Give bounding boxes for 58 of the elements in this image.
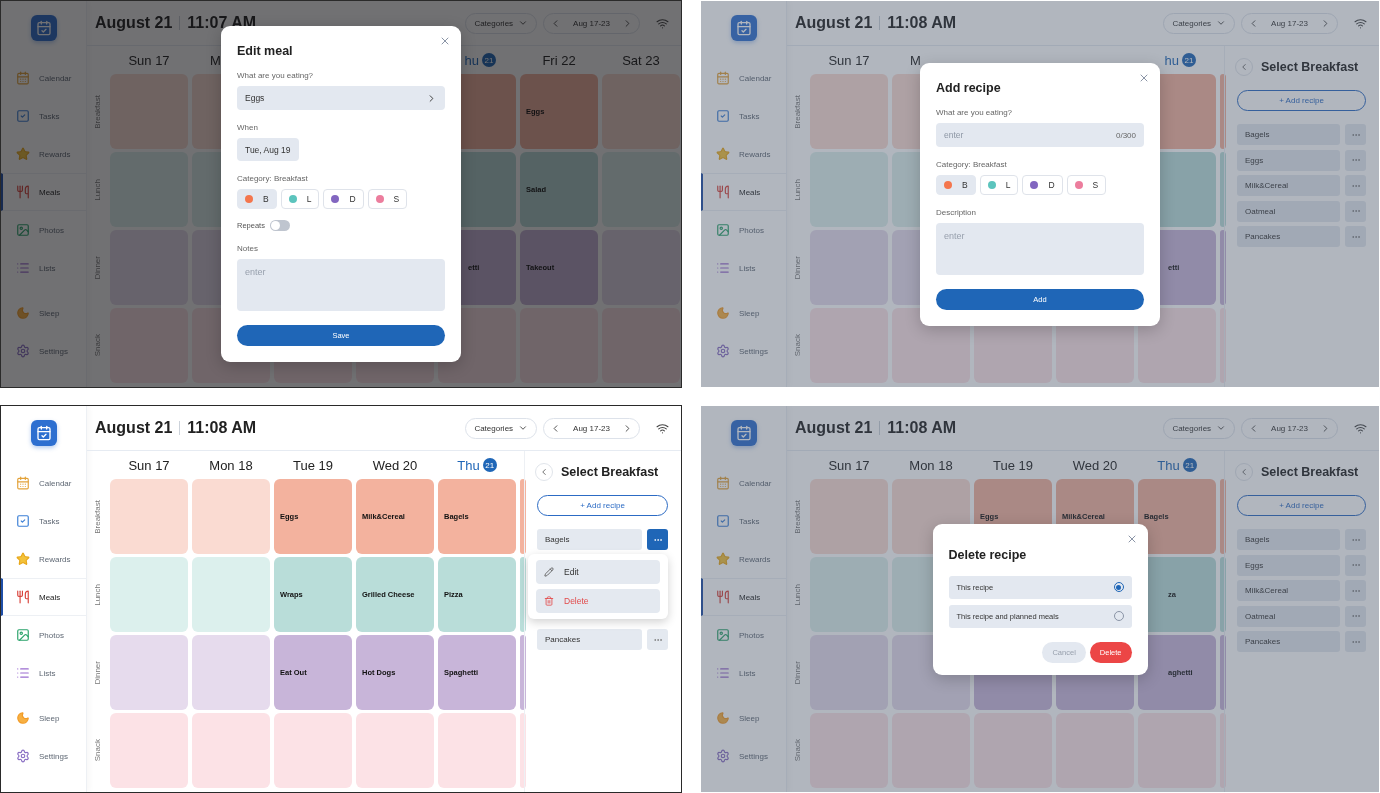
date-badge: 21 (482, 458, 497, 472)
date-badge: 21 (482, 53, 496, 67)
day-header: Sun 17 (828, 457, 870, 473)
clock-time: 11:08 AM (187, 419, 257, 437)
meal-row-label: Dinner (793, 255, 802, 280)
meal-row-label: Breakfast (793, 499, 802, 534)
day-header: Tue 19 (293, 457, 333, 473)
field-label: When (237, 123, 259, 132)
day-header: Sat 23 (622, 52, 660, 68)
field-label: What are you eating? (936, 107, 1014, 117)
date-title: August 21 (795, 419, 873, 437)
meal-row-label: Breakfast (93, 499, 102, 534)
panel-title: Select Breakfast (1261, 60, 1359, 74)
clock-time: 11:08 AM (887, 14, 957, 32)
field-label: Category: Breakfast (237, 174, 309, 183)
day-header: Thu (457, 457, 480, 473)
clock-time: 11:08 AM (887, 419, 957, 437)
day-header: Sun 17 (128, 52, 170, 68)
week-range: Aug 17-23 (1270, 423, 1309, 433)
dialog-title: Add recipe (936, 80, 1002, 95)
day-header: Sun 17 (828, 52, 870, 68)
date-badge: 21 (1182, 458, 1197, 472)
meal-row-label: Snack (93, 739, 102, 762)
field-label: Notes (237, 244, 259, 253)
meal-row-label: Dinner (793, 660, 802, 685)
week-range: Aug 17-23 (1270, 18, 1309, 28)
meal-row-label: Lunch (793, 178, 802, 201)
date-title: August 21 (795, 14, 873, 32)
meal-row-label: Lunch (93, 583, 102, 606)
day-header: M (910, 52, 921, 68)
date-title: August 21 (95, 14, 173, 32)
field-label: Description (936, 207, 977, 217)
week-range: Aug 17-23 (572, 18, 611, 28)
meal-row-label: Lunch (793, 583, 802, 606)
meal-row-label: Breakfast (793, 94, 802, 129)
date-badge: 21 (1182, 53, 1196, 67)
day-header: M (210, 52, 221, 68)
day-header: Wed 20 (1072, 457, 1118, 473)
week-range: Aug 17-23 (572, 423, 611, 433)
meal-row-label: Snack (793, 334, 802, 357)
day-header: Mon 18 (909, 457, 953, 473)
day-header: Tue 19 (993, 457, 1033, 473)
day-header: Fri 22 (542, 52, 576, 68)
date-title: August 21 (95, 419, 173, 437)
meal-row-label: Snack (793, 739, 802, 762)
day-header: Thu (1157, 457, 1180, 473)
dialog-title: Edit meal (237, 44, 294, 58)
panel-title: Select Breakfast (561, 465, 659, 479)
meal-row-label: Dinner (93, 660, 102, 685)
field-label: Category: Breakfast (936, 159, 1008, 169)
day-header: hu (1164, 52, 1179, 68)
panel-title: Select Breakfast (1261, 465, 1359, 479)
field-label: What are you eating? (237, 71, 315, 80)
character-count: 0/300 (1115, 130, 1136, 140)
day-header: Sun 17 (128, 457, 170, 473)
day-header: Wed 20 (372, 457, 418, 473)
day-header: hu (464, 52, 479, 68)
day-header: Mon 18 (209, 457, 253, 473)
